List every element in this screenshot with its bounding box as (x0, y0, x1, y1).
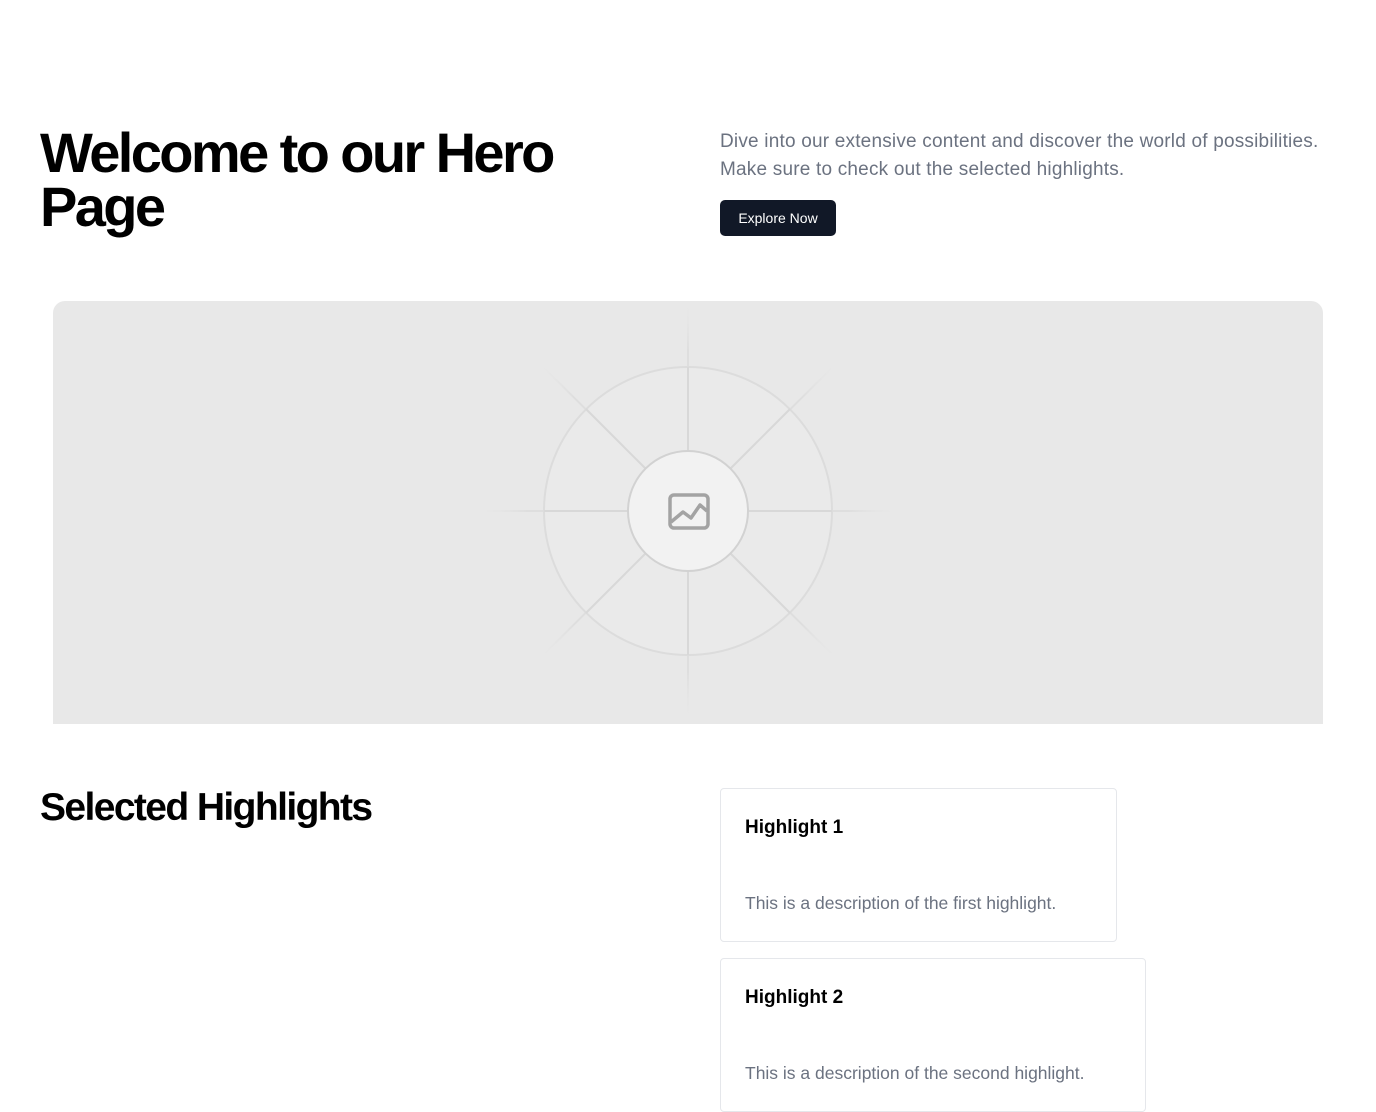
highlight-title: Highlight 2 (745, 987, 844, 1008)
explore-now-button[interactable]: Explore Now (720, 200, 836, 236)
image-icon (668, 493, 710, 530)
highlights-title: Selected Highlights (40, 786, 373, 829)
hero-title: Welcome to our Hero Page (40, 121, 555, 238)
hero-description: Dive into our extensive content and disc… (720, 131, 1319, 180)
page: Welcome to our Hero Page Dive into our e… (0, 0, 1376, 1112)
highlight-card: Highlight 2 This is a description of the… (720, 958, 1146, 1112)
highlight-title: Highlight 1 (745, 817, 844, 838)
highlight-description: This is a description of the first highl… (745, 893, 1057, 913)
highlight-card: Highlight 1 This is a description of the… (720, 788, 1117, 942)
hero-image-placeholder (53, 301, 1323, 724)
highlight-description: This is a description of the second high… (745, 1063, 1085, 1083)
